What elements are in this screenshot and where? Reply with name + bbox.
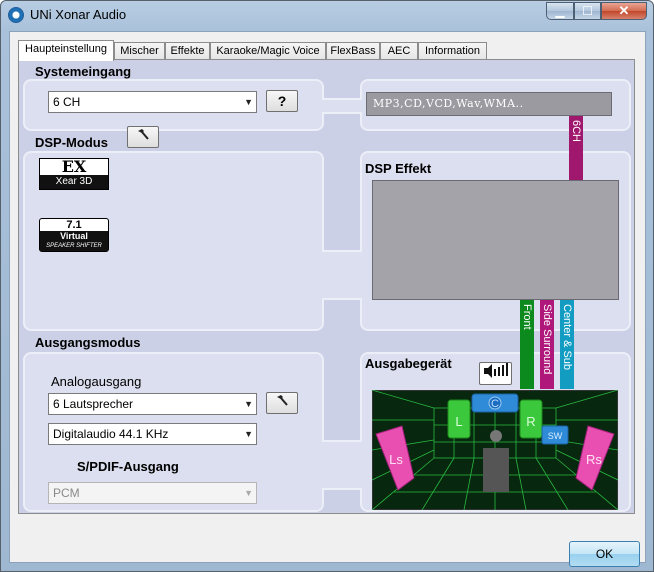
dsp-effect-heading: DSP Effekt: [365, 161, 432, 176]
analog-output-label: Analogausgang: [51, 374, 142, 389]
title-bar[interactable]: UNi Xonar Audio ▁ ☐ ✕: [1, 1, 653, 31]
tab-karaoke[interactable]: Karaoke/Magic Voice: [210, 42, 326, 60]
connector: [322, 440, 362, 490]
bar-side-surround: Side Surround: [540, 300, 554, 389]
svg-text:SW: SW: [548, 431, 563, 441]
minimize-button[interactable]: ▁: [546, 2, 574, 20]
vss-logo-virtual: Virtual: [40, 231, 108, 242]
speaker-front-right[interactable]: R: [519, 399, 543, 439]
speaker-room-diagram: C L R SW Ls Rs: [372, 390, 618, 510]
dropdown-arrow-icon: ▼: [244, 399, 253, 409]
output-settings-button[interactable]: [266, 392, 298, 414]
digital-audio-select[interactable]: Digitalaudio 44.1 KHz ▼: [48, 423, 257, 445]
xear-3d-logo[interactable]: EX Xear 3D: [39, 158, 109, 190]
listener-head: [490, 430, 502, 442]
tab-haupteinstellung[interactable]: Haupteinstellung: [18, 40, 114, 61]
bar-center-sub: Center & Sub: [560, 300, 574, 389]
tab-mischer[interactable]: Mischer: [114, 42, 165, 60]
digital-audio-select-value: Digitalaudio 44.1 KHz: [53, 427, 169, 441]
source-formats-display: MP3,CD,VCD,Wav,WMA..: [366, 92, 612, 116]
hammer-icon: [277, 395, 288, 406]
dsp-effect-display: [372, 180, 619, 300]
vss-logo-subtitle: SPEAKER SHIFTER: [40, 242, 108, 251]
spdif-select-value: PCM: [53, 486, 80, 500]
output-mode-heading: Ausgangsmodus: [35, 335, 141, 350]
help-button[interactable]: ?: [266, 90, 298, 112]
speaker-front-left[interactable]: L: [447, 399, 471, 439]
ok-button[interactable]: OK: [569, 541, 640, 567]
hammer-icon: [138, 129, 149, 140]
svg-text:Ls: Ls: [389, 452, 403, 467]
dialog-client: Haupteinstellung Mischer Effekte Karaoke…: [9, 31, 646, 567]
main-panel: Systemeingang 6 CH ▼ ? MP3,CD,VCD,Wav,WM…: [18, 59, 635, 514]
close-button[interactable]: ✕: [601, 2, 647, 20]
dsp-settings-button[interactable]: [127, 126, 159, 148]
speaker-test-button[interactable]: [479, 362, 512, 385]
virtual-speaker-shifter-logo[interactable]: 7.1 Virtual SPEAKER SHIFTER: [39, 218, 109, 252]
maximize-button[interactable]: ☐: [574, 2, 601, 20]
speaker-select[interactable]: 6 Lautsprecher ▼: [48, 393, 257, 415]
channel-select[interactable]: 6 CH ▼: [48, 91, 257, 113]
tab-effekte[interactable]: Effekte: [165, 42, 210, 60]
output-device-heading: Ausgabegerät: [365, 356, 452, 371]
xear-logo-ex: EX: [61, 157, 87, 176]
dropdown-arrow-icon: ▼: [244, 97, 253, 107]
connector: [322, 98, 362, 114]
speaker-volume-icon: [483, 363, 508, 378]
listener-seat: [483, 448, 509, 492]
svg-text:R: R: [526, 414, 535, 429]
spdif-select[interactable]: PCM ▼: [48, 482, 257, 504]
spdif-label: S/PDIF-Ausgang: [77, 459, 179, 474]
xonar-app-icon: [8, 7, 24, 23]
tab-aec[interactable]: AEC: [380, 42, 418, 60]
speaker-select-value: 6 Lautsprecher: [53, 397, 134, 411]
svg-text:Rs: Rs: [586, 452, 602, 467]
window-title: UNi Xonar Audio: [30, 7, 127, 22]
dsp-mode-heading: DSP-Modus: [35, 135, 108, 150]
tab-information[interactable]: Information: [418, 42, 487, 60]
dropdown-arrow-icon: ▼: [244, 488, 253, 498]
vss-logo-number: 7.1: [66, 219, 82, 231]
tab-flexbass[interactable]: FlexBass: [326, 42, 380, 60]
app-window: UNi Xonar Audio ▁ ☐ ✕ Haupteinstellung M…: [0, 0, 654, 572]
dropdown-arrow-icon: ▼: [244, 429, 253, 439]
speaker-center[interactable]: C: [471, 393, 519, 413]
speaker-subwoofer[interactable]: SW: [541, 425, 569, 445]
xear-logo-text: Xear 3D: [40, 175, 108, 189]
channel-select-value: 6 CH: [53, 95, 81, 109]
connector: [322, 250, 362, 300]
system-input-heading: Systemeingang: [35, 64, 132, 79]
svg-text:L: L: [455, 414, 462, 429]
bar-front: Front: [520, 300, 534, 389]
bar-6ch: 6CH: [569, 116, 583, 180]
svg-text:C: C: [491, 398, 499, 410]
